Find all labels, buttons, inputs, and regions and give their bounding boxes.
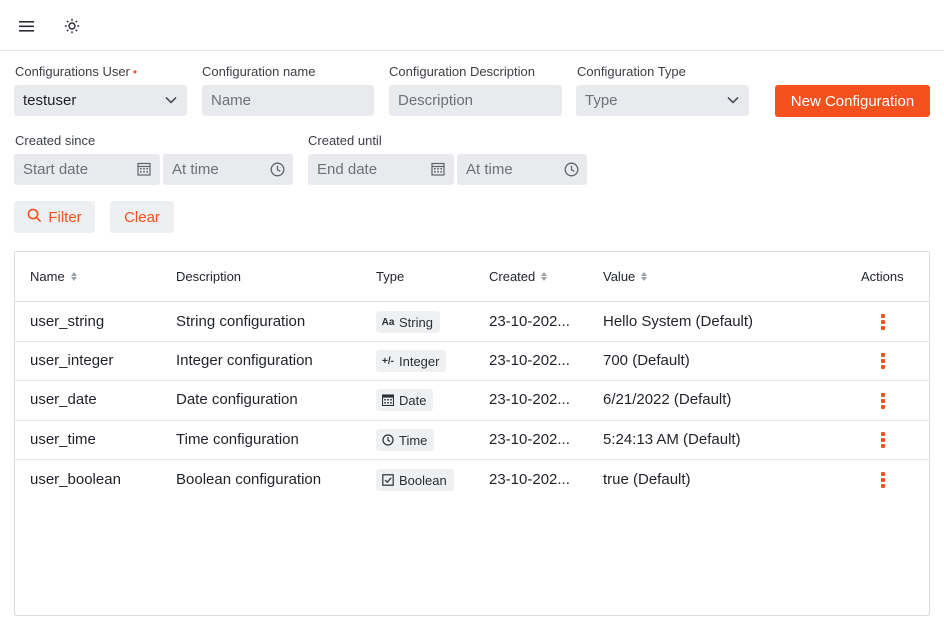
type-badge-label: Integer <box>399 353 440 369</box>
table-row[interactable]: user_date Date configuration Date 23-10-… <box>15 381 929 421</box>
kebab-menu-icon[interactable] <box>881 314 885 330</box>
new-configuration-button[interactable]: New Configuration <box>775 85 930 117</box>
description-input-placeholder: Description <box>398 92 474 109</box>
chevron-down-icon <box>725 92 741 108</box>
clock-icon[interactable] <box>563 161 579 177</box>
end-date-placeholder: End date <box>317 161 378 178</box>
header-value[interactable]: Value <box>603 269 648 284</box>
type-badge-label: Time <box>399 432 428 448</box>
cell-name: user_string <box>30 313 105 330</box>
cell-description: Date configuration <box>176 391 298 408</box>
type-select-placeholder: Type <box>585 92 618 109</box>
description-label: Configuration Description <box>389 64 535 79</box>
table-header: Name Description Type Created Value Acti… <box>15 252 929 302</box>
cell-name: user_integer <box>30 352 114 369</box>
kebab-menu-icon[interactable] <box>881 472 885 488</box>
start-time-placeholder: At time <box>172 161 219 178</box>
header-description: Description <box>176 269 242 284</box>
type-badge: Boolean <box>376 469 454 491</box>
table-row[interactable]: user_integer Integer configuration +/- I… <box>15 342 929 381</box>
header-type: Type <box>376 269 405 284</box>
cell-name: user_time <box>30 431 96 448</box>
text-type-icon: Aa <box>381 316 395 328</box>
header-name[interactable]: Name <box>30 269 77 284</box>
table-row[interactable]: user_boolean Boolean configuration Boole… <box>15 460 929 500</box>
user-label: Configurations User • <box>15 64 138 79</box>
name-input[interactable]: Name <box>202 85 374 116</box>
cell-value: true (Default) <box>603 471 691 488</box>
sun-icon[interactable] <box>58 13 86 39</box>
name-label: Configuration name <box>202 64 316 79</box>
clock-icon <box>382 434 394 446</box>
type-badge: +/- Integer <box>376 350 447 372</box>
start-date-input[interactable]: Start date <box>14 154 160 185</box>
type-select[interactable]: Type <box>576 85 749 116</box>
type-badge: Time <box>376 429 435 451</box>
kebab-menu-icon[interactable] <box>881 432 885 448</box>
kebab-menu-icon[interactable] <box>881 393 885 409</box>
end-time-input[interactable]: At time <box>457 154 587 185</box>
required-mark: • <box>132 65 138 79</box>
end-date-input[interactable]: End date <box>308 154 454 185</box>
type-badge: Date <box>376 389 434 411</box>
start-date-placeholder: Start date <box>23 161 89 178</box>
cell-description: String configuration <box>176 313 306 330</box>
cell-created: 23-10-202... <box>489 431 570 448</box>
cell-created: 23-10-202... <box>489 471 570 488</box>
name-input-placeholder: Name <box>211 92 252 109</box>
chevron-down-icon <box>163 92 179 108</box>
user-select-value: testuser <box>23 92 77 109</box>
type-badge-label: String <box>399 314 433 330</box>
created-since-label: Created since <box>15 133 96 148</box>
configurations-table: Name Description Type Created Value Acti… <box>14 251 930 616</box>
cell-name: user_date <box>30 391 97 408</box>
plus-minus-icon: +/- <box>382 355 394 367</box>
cell-created: 23-10-202... <box>489 391 570 408</box>
start-time-input[interactable]: At time <box>163 154 293 185</box>
checkbox-icon <box>382 474 394 486</box>
cell-created: 23-10-202... <box>489 352 570 369</box>
search-icon <box>27 208 42 227</box>
hamburger-menu-icon[interactable] <box>13 13 41 39</box>
clear-button[interactable]: Clear <box>110 201 174 233</box>
calendar-icon <box>382 394 394 406</box>
header-actions: Actions <box>861 269 904 284</box>
sort-icon <box>541 272 548 281</box>
filter-button[interactable]: Filter <box>14 201 95 233</box>
filter-button-label: Filter <box>48 208 82 226</box>
table-row[interactable]: user_string String configuration Aa Stri… <box>15 302 929 342</box>
calendar-icon[interactable] <box>430 161 446 177</box>
cell-description: Boolean configuration <box>176 471 322 488</box>
type-badge-label: Boolean <box>399 472 447 488</box>
cell-value: 5:24:13 AM (Default) <box>603 431 741 448</box>
type-label: Configuration Type <box>577 64 686 79</box>
cell-created: 23-10-202... <box>489 313 570 330</box>
user-select[interactable]: testuser <box>14 85 187 116</box>
sort-icon <box>70 272 77 281</box>
description-input[interactable]: Description <box>389 85 562 116</box>
calendar-icon[interactable] <box>136 161 152 177</box>
created-until-label: Created until <box>308 133 382 148</box>
cell-description: Time configuration <box>176 431 299 448</box>
type-badge-label: Date <box>399 392 427 408</box>
cell-value: Hello System (Default) <box>603 313 754 330</box>
top-bar <box>0 0 944 51</box>
cell-description: Integer configuration <box>176 352 313 369</box>
kebab-menu-icon[interactable] <box>881 353 885 369</box>
type-badge: Aa String <box>376 311 440 333</box>
end-time-placeholder: At time <box>466 161 513 178</box>
sort-icon <box>641 272 648 281</box>
header-created[interactable]: Created <box>489 269 548 284</box>
table-row[interactable]: user_time Time configuration Time 23-10-… <box>15 421 929 460</box>
cell-name: user_boolean <box>30 471 121 488</box>
cell-value: 6/21/2022 (Default) <box>603 391 732 408</box>
clock-icon[interactable] <box>269 161 285 177</box>
cell-value: 700 (Default) <box>603 352 690 369</box>
